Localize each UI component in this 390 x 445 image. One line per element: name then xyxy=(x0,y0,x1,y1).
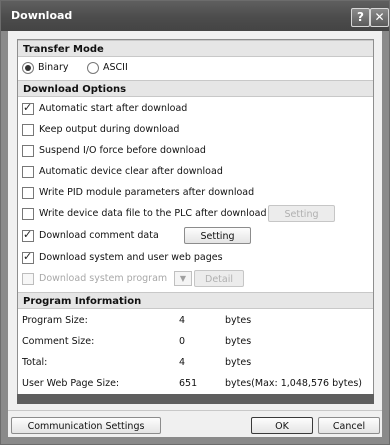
radio-ascii-label: ASCII xyxy=(103,62,128,73)
radio-binary-label: Binary xyxy=(38,62,69,73)
option-keep-output[interactable]: Keep output during download xyxy=(22,122,362,138)
info-unit: bytes xyxy=(225,336,252,347)
info-value: 651 xyxy=(179,378,198,389)
transfer-mode-heading: Transfer Mode xyxy=(18,40,373,57)
info-row-comment-size: Comment Size: 0 bytes xyxy=(22,334,367,350)
detail-button: Detail xyxy=(194,270,244,287)
download-options-heading: Download Options xyxy=(18,80,373,97)
device-data-setting-button[interactable]: Setting xyxy=(268,205,335,222)
comment-setting-button[interactable]: Setting xyxy=(184,227,251,244)
option-download-system-program: Download system program xyxy=(22,271,172,287)
checkbox[interactable] xyxy=(22,124,34,136)
info-value: 0 xyxy=(179,336,186,347)
option-label: Download system program xyxy=(39,273,168,284)
checkbox xyxy=(22,273,34,285)
option-label: Automatic device clear after download xyxy=(39,166,223,177)
checkbox[interactable] xyxy=(22,227,34,243)
system-program-dropdown: ▼ xyxy=(174,271,192,286)
info-label: Comment Size: xyxy=(22,336,95,347)
info-unit: bytes xyxy=(225,315,252,326)
footer-divider xyxy=(8,410,382,411)
checkbox[interactable] xyxy=(22,249,34,265)
chevron-down-icon: ▼ xyxy=(179,274,187,283)
option-download-comment[interactable]: Download comment data xyxy=(22,227,182,244)
option-label: Write PID module parameters after downlo… xyxy=(39,187,255,198)
close-button[interactable]: ✕ xyxy=(370,8,389,27)
option-label: Automatic start after download xyxy=(39,103,188,114)
checkbox[interactable] xyxy=(22,187,34,199)
radio-ascii[interactable] xyxy=(87,62,99,74)
option-download-web-pages[interactable]: Download system and user web pages xyxy=(22,249,362,266)
communication-settings-button[interactable]: Communication Settings xyxy=(11,417,161,434)
option-automatic-start[interactable]: Automatic start after download xyxy=(22,100,362,117)
download-dialog: Download ? ✕ Transfer Mode Binary ASCII … xyxy=(0,0,390,445)
option-label: Download system and user web pages xyxy=(39,252,223,263)
option-label: Keep output during download xyxy=(39,124,180,135)
cancel-button[interactable]: Cancel xyxy=(318,417,380,434)
info-label: User Web Page Size: xyxy=(22,378,120,389)
dialog-client: Transfer Mode Binary ASCII Download Opti… xyxy=(8,31,382,437)
title-bar: Download ? ✕ xyxy=(1,1,389,31)
transfer-mode-group: Binary ASCII xyxy=(22,60,222,76)
option-write-device-data[interactable]: Write device data file to the PLC after … xyxy=(22,206,267,222)
ok-button[interactable]: OK xyxy=(251,417,313,434)
info-row-program-size: Program Size: 4 bytes xyxy=(22,313,367,329)
option-label: Download comment data xyxy=(39,230,159,241)
checkbox[interactable] xyxy=(22,145,34,157)
info-label: Program Size: xyxy=(22,315,88,326)
horizontal-scrollbar[interactable] xyxy=(17,394,374,404)
info-label: Total: xyxy=(22,357,48,368)
info-unit: bytes xyxy=(225,357,252,368)
help-button[interactable]: ? xyxy=(351,8,370,27)
option-device-clear[interactable]: Automatic device clear after download xyxy=(22,164,362,180)
option-write-pid[interactable]: Write PID module parameters after downlo… xyxy=(22,185,362,201)
radio-binary[interactable] xyxy=(22,62,34,74)
options-panel: Transfer Mode Binary ASCII Download Opti… xyxy=(17,39,374,396)
checkbox[interactable] xyxy=(22,100,34,116)
checkbox[interactable] xyxy=(22,208,34,220)
info-value: 4 xyxy=(179,357,186,368)
info-row-web-page-size: User Web Page Size: 651 bytes(Max: 1,048… xyxy=(22,376,367,392)
info-row-total: Total: 4 bytes xyxy=(22,355,367,371)
checkbox[interactable] xyxy=(22,166,34,178)
dialog-title: Download xyxy=(11,9,73,22)
option-suspend-io-force[interactable]: Suspend I/O force before download xyxy=(22,143,362,159)
info-value: 4 xyxy=(179,315,186,326)
info-unit: bytes(Max: 1,048,576 bytes) xyxy=(225,378,362,389)
program-info-heading: Program Information xyxy=(18,292,373,309)
option-label: Suspend I/O force before download xyxy=(39,145,206,156)
option-label: Write device data file to the PLC after … xyxy=(39,208,267,219)
